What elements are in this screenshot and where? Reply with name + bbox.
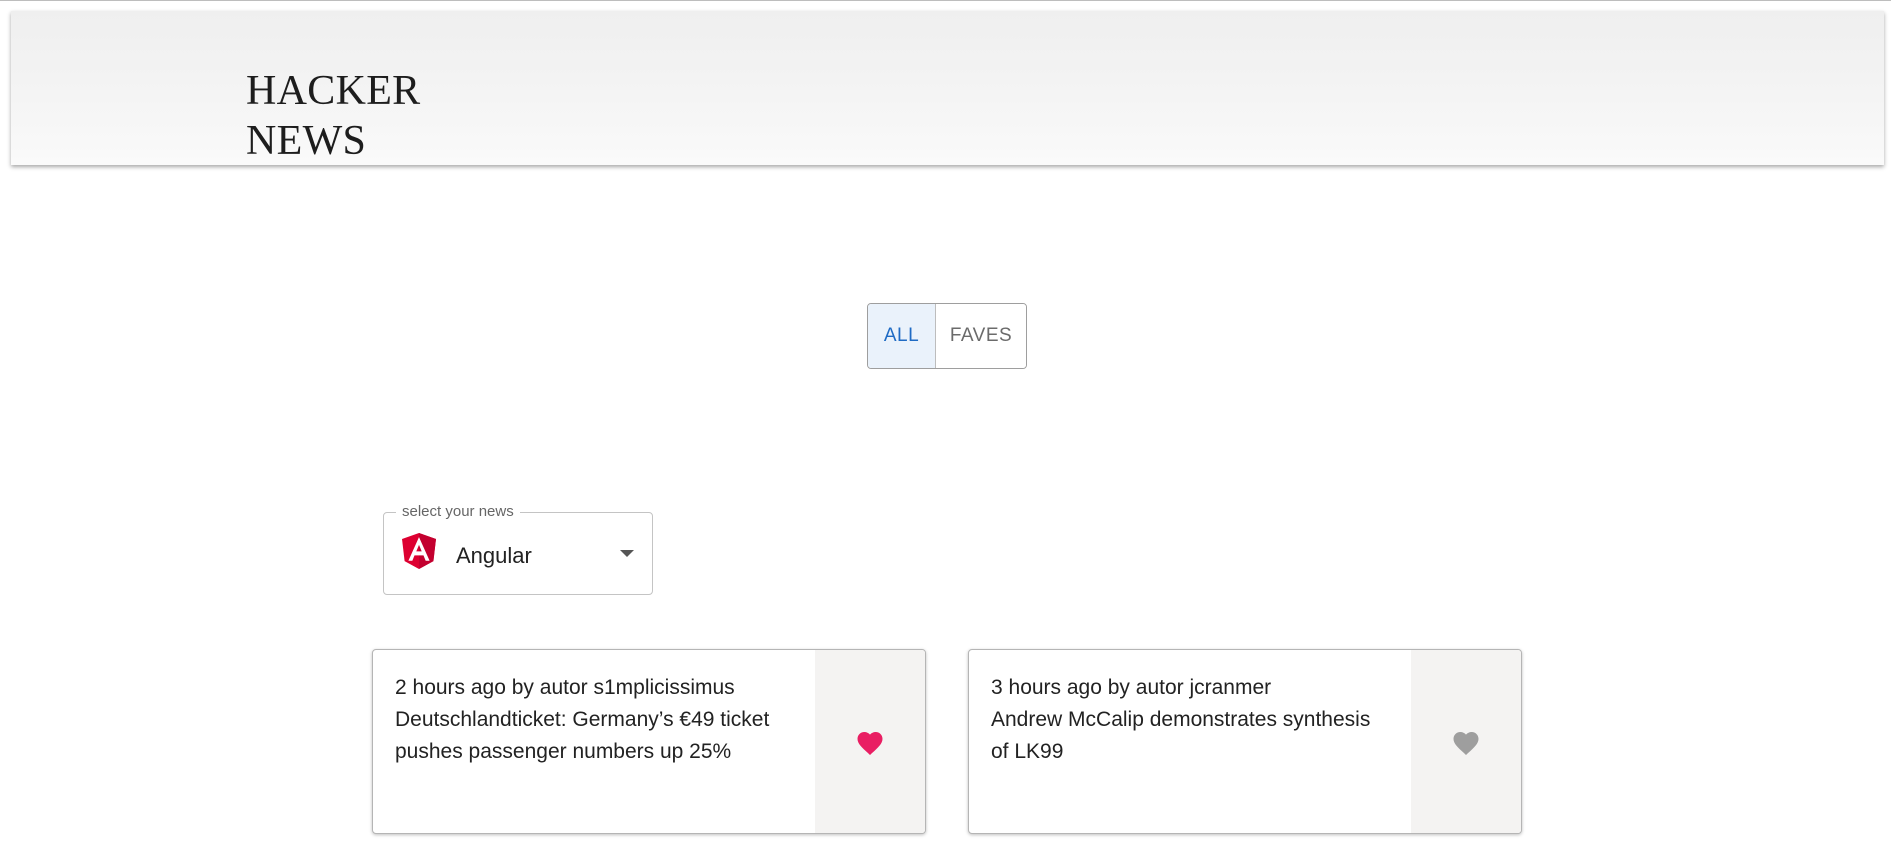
tab-all[interactable]: ALL — [868, 304, 936, 368]
page-header: HACKER NEWS — [11, 11, 1884, 165]
news-card-meta: 2 hours ago by autor s1mplicissimus — [395, 676, 735, 699]
news-select-label: select your news — [396, 503, 520, 520]
news-card[interactable]: 3 hours ago by autor jcranmer Andrew McC… — [968, 649, 1522, 834]
tab-faves[interactable]: FAVES — [936, 304, 1026, 368]
news-card-meta: 3 hours ago by autor jcranmer — [991, 676, 1272, 699]
fave-button[interactable] — [1411, 650, 1521, 833]
news-card[interactable]: 2 hours ago by autor s1mplicissimus Deut… — [372, 649, 926, 834]
news-select[interactable]: select your news Angular — [383, 503, 653, 595]
heart-icon — [1453, 731, 1479, 755]
fave-button[interactable] — [815, 650, 925, 833]
chevron-down-icon[interactable] — [620, 550, 634, 557]
news-card-text: 3 hours ago by autor jcranmer Andrew McC… — [991, 672, 1371, 768]
angular-icon — [402, 533, 436, 569]
logo-line-2: NEWS — [246, 118, 367, 164]
site-logo[interactable]: HACKER NEWS — [246, 66, 506, 166]
logo-line-1: HACKER — [246, 68, 421, 114]
view-toggle-group: ALL FAVES — [867, 303, 1027, 369]
news-select-value: Angular — [456, 543, 532, 568]
heart-icon — [857, 731, 883, 755]
news-card-title: Andrew McCalip demonstrates synthesis of… — [991, 708, 1371, 763]
news-card-title: Deutschlandticket: Germany’s €49 ticket … — [395, 708, 770, 763]
window-top-border — [0, 0, 1891, 1]
news-card-text: 2 hours ago by autor s1mplicissimus Deut… — [395, 672, 775, 768]
